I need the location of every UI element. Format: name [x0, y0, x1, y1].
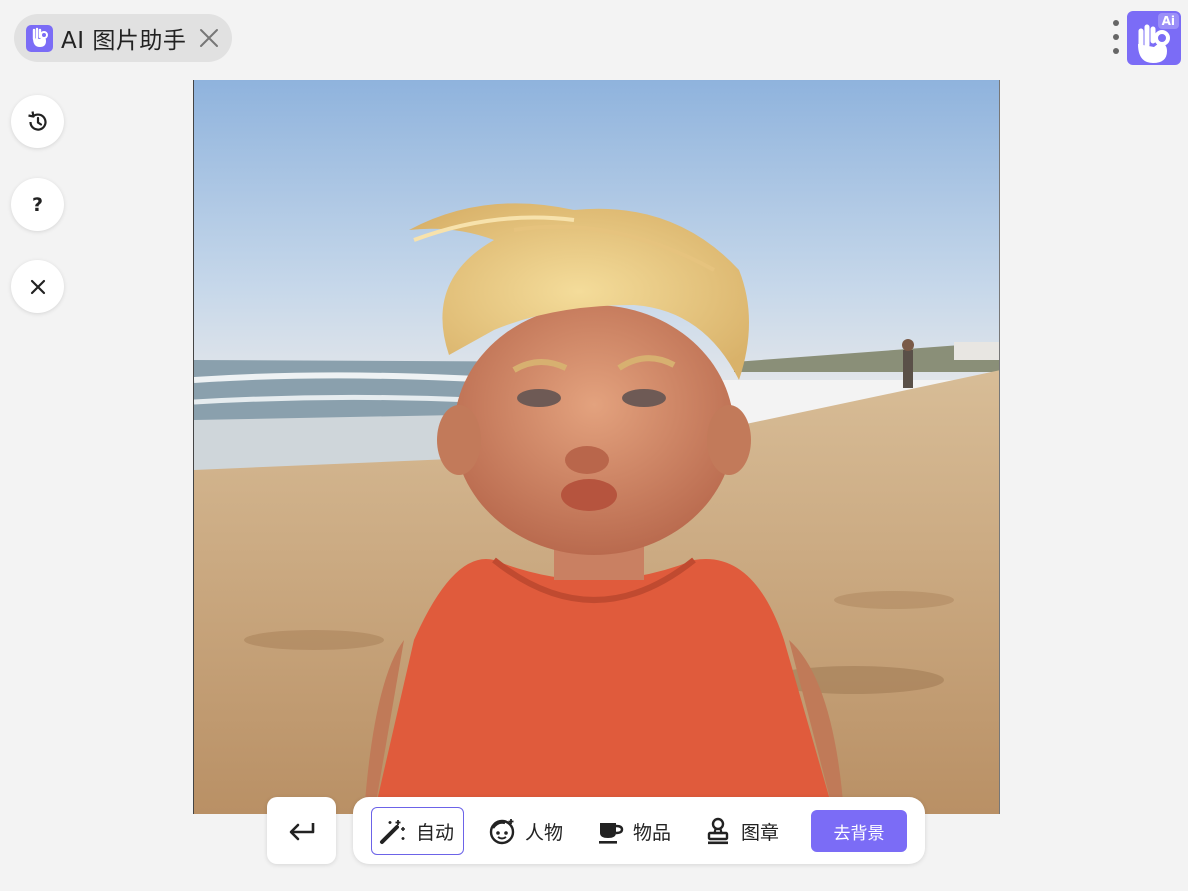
back-button[interactable]	[267, 797, 336, 864]
more-vertical-icon[interactable]	[1109, 20, 1123, 54]
stamp-icon	[703, 816, 733, 846]
ai-tag: Ai	[1157, 13, 1179, 29]
cup-icon	[595, 816, 625, 846]
help-icon: ?	[31, 193, 44, 216]
face-icon	[487, 816, 517, 846]
close-icon[interactable]	[198, 27, 220, 49]
hand-ok-icon	[26, 24, 53, 52]
ai-assistant-button[interactable]: Ai	[1127, 11, 1181, 65]
help-button[interactable]: ?	[11, 178, 64, 231]
tool-stamp-label: 图章	[741, 821, 780, 844]
edited-photo[interactable]	[193, 80, 1000, 814]
history-icon	[27, 110, 47, 131]
tool-stamp[interactable]: 图章	[703, 807, 779, 855]
tool-auto[interactable]: 自动	[371, 807, 464, 855]
history-button[interactable]	[11, 95, 64, 148]
tool-person[interactable]: 人物	[487, 807, 563, 855]
close-icon	[30, 279, 45, 294]
remove-background-button[interactable]: 去背景	[811, 810, 907, 852]
app-title: AI 图片助手	[61, 28, 187, 54]
exit-button[interactable]	[11, 260, 64, 313]
tool-auto-label: 自动	[416, 821, 455, 844]
return-arrow-icon	[289, 822, 314, 840]
tool-object-label: 物品	[633, 821, 672, 844]
tool-object[interactable]: 物品	[595, 807, 671, 855]
tool-person-label: 人物	[525, 821, 564, 844]
mode-toolbar: 自动 人物 物品 图章 去背景	[353, 797, 925, 864]
magic-wand-icon	[378, 816, 408, 846]
app-title-pill: AI 图片助手	[14, 14, 232, 62]
